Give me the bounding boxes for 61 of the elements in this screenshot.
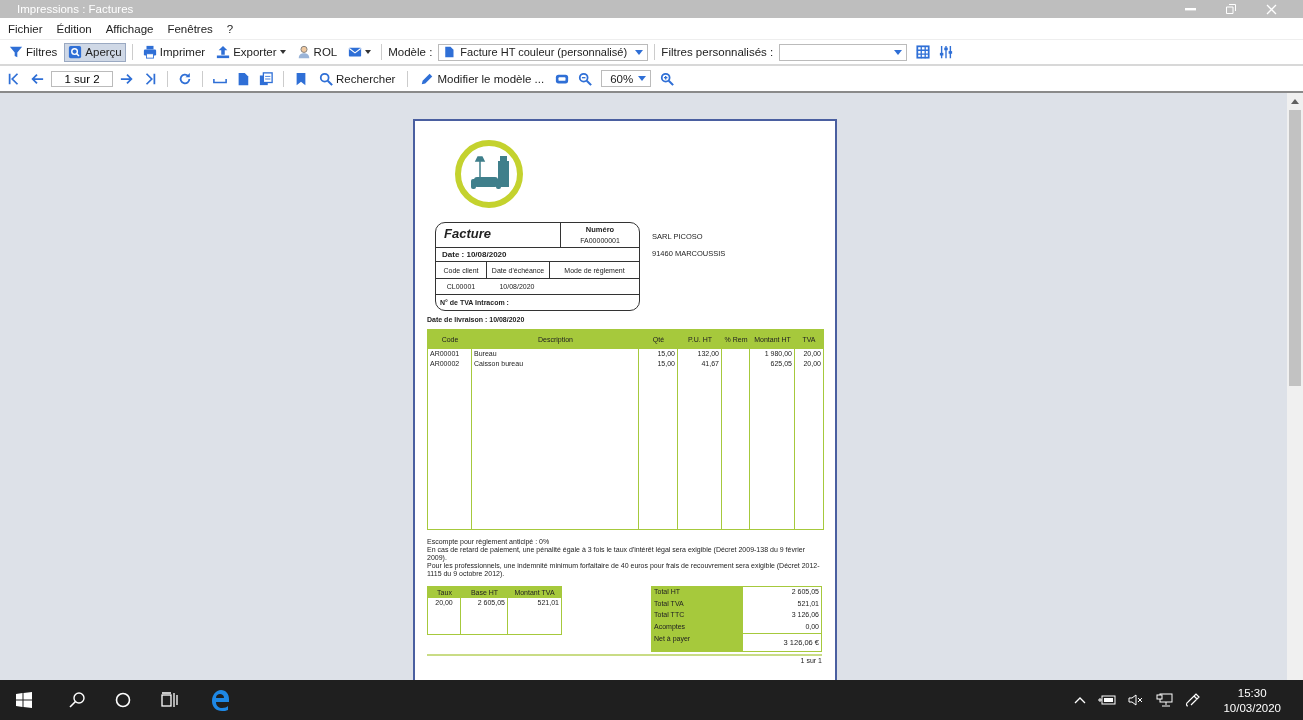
search-button[interactable]: Rechercher — [315, 69, 400, 88]
document-icon — [443, 45, 456, 59]
filter-icon — [9, 45, 23, 59]
invoice-date: Date : 10/08/2020 — [442, 250, 507, 259]
sofa-logo-icon — [454, 139, 524, 209]
menu-item[interactable]: Fichier — [8, 22, 53, 35]
upload-icon — [216, 45, 231, 59]
invoice-title: Facture — [436, 223, 561, 247]
menu-item[interactable]: Affichage — [105, 22, 164, 35]
clock-time[interactable]: 15:30 — [1237, 686, 1267, 699]
model-dropdown[interactable]: Facture HT couleur (personnalisé) — [438, 43, 649, 61]
multi-page-icon[interactable] — [259, 71, 273, 86]
caret-icon — [638, 76, 647, 81]
preview-icon — [68, 45, 83, 59]
single-page-icon[interactable] — [236, 71, 250, 86]
refresh-icon[interactable] — [178, 71, 192, 86]
zoom-in-icon[interactable] — [660, 71, 675, 86]
envelope-icon — [348, 45, 363, 59]
model-label: Modèle : — [388, 46, 433, 58]
menu-item[interactable]: ? — [226, 22, 244, 35]
task-view-icon[interactable] — [161, 692, 179, 708]
browser-icon[interactable] — [209, 689, 231, 711]
pencil-icon — [420, 71, 435, 86]
filters-label: Filtres personnalisés : — [661, 46, 774, 58]
toolbar-button[interactable]: Imprimer — [138, 42, 210, 62]
edit-template-button[interactable]: Modifier le modèle ... — [416, 69, 549, 88]
battery-icon[interactable] — [1098, 694, 1117, 706]
sliders-icon[interactable] — [939, 45, 954, 59]
zoom-dropdown[interactable]: 60% — [601, 70, 652, 87]
grid-icon[interactable] — [916, 45, 931, 59]
toolbar-button[interactable]: Filtres — [5, 42, 62, 62]
search-icon[interactable] — [69, 692, 85, 708]
toolbar-button[interactable]: Aperçu — [64, 42, 126, 62]
caret-icon — [894, 49, 903, 55]
toolbar-button[interactable]: Exporter — [212, 42, 290, 62]
caret-icon — [365, 50, 372, 54]
toolbar-button[interactable]: ROL — [292, 42, 342, 62]
caret-icon — [279, 50, 286, 54]
page-field[interactable]: 1 sur 2 — [51, 70, 113, 87]
first-page-icon[interactable] — [7, 71, 21, 86]
next-icon[interactable] — [120, 71, 134, 86]
windows-start-icon[interactable] — [16, 692, 32, 708]
bookmark-icon[interactable] — [294, 71, 308, 86]
window-title: Impressions : Factures — [17, 3, 135, 15]
pen-icon[interactable] — [1185, 692, 1202, 708]
network-icon[interactable] — [1156, 693, 1174, 707]
search-icon — [319, 71, 333, 86]
menu-item[interactable]: Édition — [56, 22, 102, 35]
vertical-scrollbar[interactable] — [1287, 93, 1303, 680]
printer-icon — [142, 45, 157, 59]
zoom-out-icon[interactable] — [578, 71, 593, 86]
muted-speaker-icon[interactable] — [1128, 694, 1145, 706]
last-page-icon[interactable] — [143, 71, 157, 86]
circle-icon[interactable] — [115, 692, 131, 708]
menu-item[interactable]: Fenêtres — [167, 22, 223, 35]
previous-icon[interactable] — [30, 71, 44, 86]
scroll-up-icon[interactable] — [1291, 99, 1299, 104]
chevron-up-icon[interactable] — [1074, 696, 1087, 704]
clock-date[interactable]: 10/03/2020 — [1223, 701, 1281, 714]
person-icon — [296, 45, 311, 59]
caret-icon — [635, 49, 644, 55]
